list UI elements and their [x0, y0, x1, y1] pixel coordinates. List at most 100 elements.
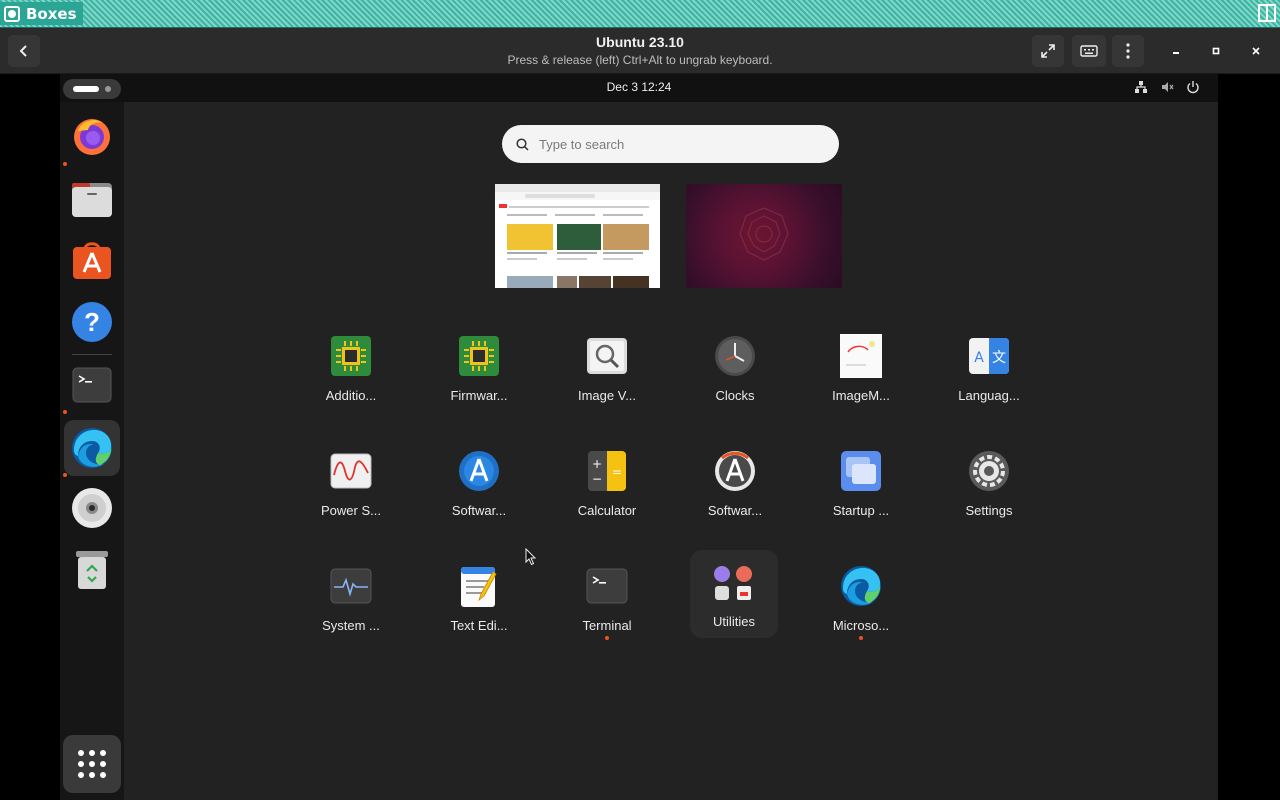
- power-stats-icon: [329, 449, 373, 493]
- close-button[interactable]: [1246, 41, 1266, 61]
- app-firmware-updater[interactable]: Firmwar...: [424, 326, 534, 426]
- mouse-cursor: [525, 548, 537, 566]
- text-editor-icon: [457, 564, 501, 608]
- app-label: Startup ...: [832, 503, 890, 518]
- ubuntu-wallpaper-thumbnail: [739, 207, 789, 261]
- boxes-app-icon: [4, 5, 20, 22]
- workspace-thumbnail-1[interactable]: [495, 184, 660, 288]
- window-title-tab: Boxes: [0, 2, 83, 25]
- svg-text:A: A: [974, 350, 984, 366]
- app-label: Firmwar...: [450, 388, 508, 403]
- app-additional-drivers[interactable]: Additio...: [296, 326, 406, 426]
- keyboard-button[interactable]: [1072, 35, 1106, 67]
- svg-text:+: +: [592, 457, 602, 471]
- search-input[interactable]: [539, 136, 809, 152]
- app-calculator[interactable]: + − = Calculator: [552, 441, 662, 541]
- workspace-thumbnail-2[interactable]: [686, 184, 842, 288]
- dock-item-terminal[interactable]: [64, 357, 120, 413]
- dock-item-trash[interactable]: [64, 542, 120, 598]
- edge-icon: [72, 428, 112, 468]
- app-startup-applications[interactable]: Startup ...: [806, 441, 916, 541]
- app-label: Terminal: [582, 618, 632, 633]
- language-icon: A文: [967, 334, 1011, 378]
- app-clocks[interactable]: Clocks: [680, 326, 790, 426]
- dock-item-optical-disc[interactable]: [64, 480, 120, 536]
- app-power-statistics[interactable]: Power S...: [296, 441, 406, 541]
- gnome-top-bar: Dec 3 12:24: [60, 74, 1218, 102]
- app-label: Languag...: [958, 388, 1020, 403]
- svg-text:文: 文: [992, 350, 1006, 366]
- chip-icon: [329, 334, 373, 378]
- app-folder-utilities[interactable]: Utilities: [690, 550, 778, 638]
- menu-button[interactable]: [1112, 35, 1144, 67]
- app-terminal[interactable]: Terminal: [552, 556, 662, 656]
- dock-item-app-center[interactable]: [64, 232, 120, 288]
- clock[interactable]: Dec 3 12:24: [60, 80, 1218, 94]
- dock-item-files[interactable]: [64, 172, 120, 228]
- minimize-button[interactable]: [1166, 41, 1186, 61]
- keyboard-icon: [1080, 45, 1098, 57]
- window-menu-icon[interactable]: [1258, 4, 1276, 22]
- chip-icon: [457, 334, 501, 378]
- disc-icon: [72, 488, 112, 528]
- network-icon: [1135, 81, 1147, 93]
- maximize-button[interactable]: [1206, 41, 1226, 61]
- svg-text:−: −: [592, 472, 602, 486]
- app-label: Power S...: [321, 503, 381, 518]
- app-settings[interactable]: Settings: [934, 441, 1044, 541]
- dock-separator: [72, 354, 112, 355]
- power-icon: [1187, 81, 1199, 94]
- close-icon: [1252, 47, 1260, 55]
- app-label: Image V...: [577, 388, 637, 403]
- app-software-properties[interactable]: Softwar...: [680, 441, 790, 541]
- volume-muted-icon: [1162, 82, 1174, 92]
- svg-text:?: ?: [84, 307, 100, 337]
- system-monitor-icon: [329, 564, 373, 608]
- dock-item-help[interactable]: ?: [64, 294, 120, 350]
- app-label: System ...: [322, 618, 380, 633]
- app-system-monitor[interactable]: System ...: [296, 556, 406, 656]
- vm-display[interactable]: Dec 3 12:24 ? Type to search Additio... …: [0, 74, 1280, 800]
- app-imagemagick[interactable]: ImageM...: [806, 326, 916, 426]
- app-image-viewer[interactable]: Image V...: [552, 326, 662, 426]
- app-grid-icon: [78, 750, 106, 778]
- app-microsoft-edge[interactable]: Microso...: [806, 556, 916, 656]
- dock-item-firefox[interactable]: [64, 108, 120, 164]
- folder-icon: [712, 562, 756, 606]
- app-language-support[interactable]: A文 Languag...: [934, 326, 1044, 426]
- search-icon: [516, 137, 529, 151]
- app-label: Microso...: [832, 618, 890, 633]
- svg-text:=: =: [612, 465, 622, 479]
- app-label: ImageM...: [832, 388, 890, 403]
- clock-icon: [713, 334, 757, 378]
- app-label: Clocks: [715, 388, 755, 403]
- header-bar: Ubuntu 23.10 Press & release (left) Ctrl…: [0, 28, 1280, 74]
- maximize-icon: [1212, 47, 1220, 55]
- files-icon: [72, 183, 112, 217]
- running-indicator: [63, 162, 67, 166]
- running-indicator: [859, 636, 863, 640]
- app-label: Softwar...: [707, 503, 763, 518]
- window-title: Boxes: [26, 4, 77, 23]
- show-apps-button[interactable]: [63, 735, 121, 793]
- firefox-icon: [74, 119, 110, 155]
- running-indicator: [63, 473, 67, 477]
- minimize-icon: [1173, 52, 1179, 54]
- fullscreen-button[interactable]: [1032, 35, 1064, 67]
- trash-icon: [76, 551, 108, 589]
- startup-icon: [839, 449, 883, 493]
- system-tray[interactable]: [1134, 80, 1200, 94]
- terminal-icon: [585, 564, 629, 608]
- window-titlebar[interactable]: Boxes: [0, 0, 1280, 28]
- app-label: Additio...: [325, 388, 377, 403]
- app-label: Text Edi...: [450, 618, 508, 633]
- browser-window-thumbnail: [495, 184, 660, 288]
- app-software-updater[interactable]: Softwar...: [424, 441, 534, 541]
- app-text-editor[interactable]: Text Edi...: [424, 556, 534, 656]
- app-label: Settings: [965, 503, 1013, 518]
- running-indicator: [63, 410, 67, 414]
- image-viewer-icon: [585, 334, 629, 378]
- ubuntu-desktop: Dec 3 12:24 ? Type to search Additio... …: [60, 74, 1218, 800]
- app-search-field[interactable]: [502, 125, 839, 163]
- dock-item-microsoft-edge[interactable]: [64, 420, 120, 476]
